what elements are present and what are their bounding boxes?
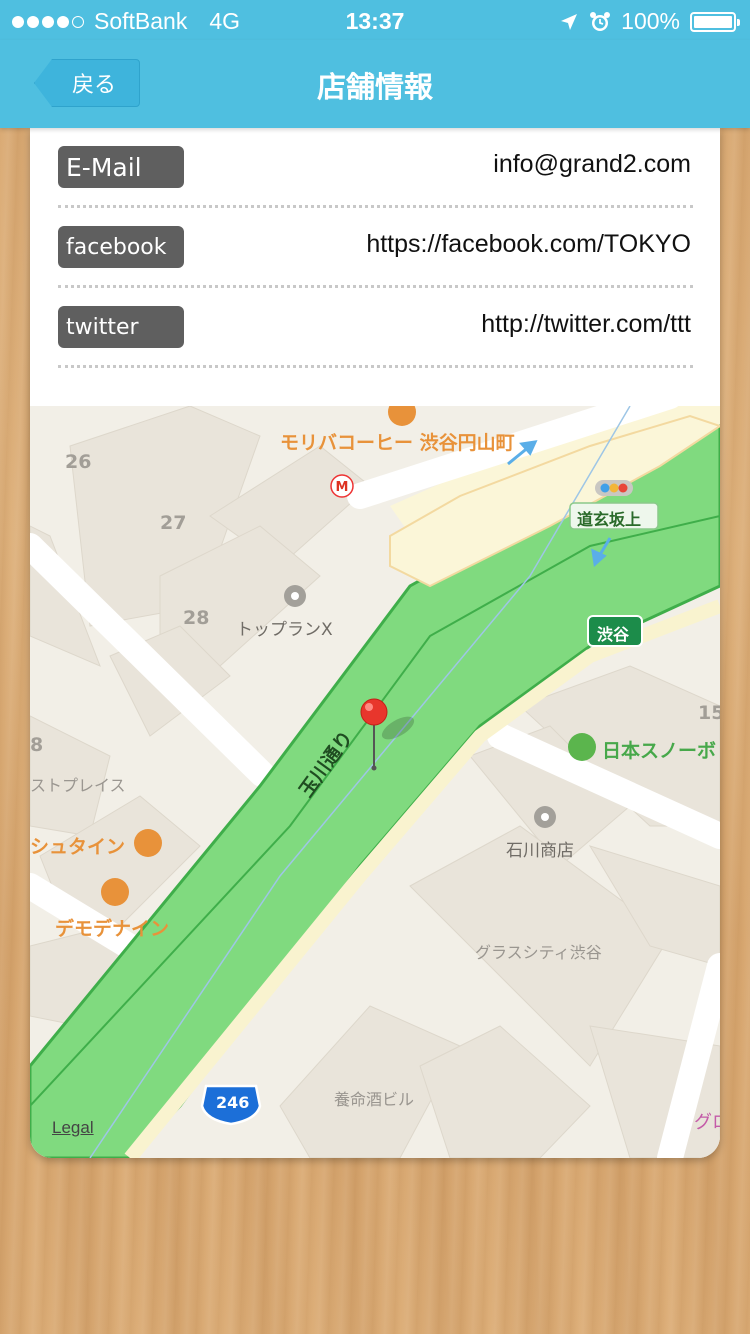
svg-text:M: M: [336, 480, 349, 495]
coffee-poi-icon: [388, 406, 416, 426]
block-number-28: 28: [183, 607, 210, 629]
poi-shutain[interactable]: シュタイン: [30, 832, 125, 859]
page-title: 店舗情報: [316, 70, 433, 104]
block-number-27: 27: [160, 512, 187, 534]
station-shibuya[interactable]: 渋谷: [597, 621, 629, 645]
map-legal-link[interactable]: Legal: [52, 1118, 94, 1138]
location-arrow-icon: [561, 13, 578, 30]
info-row-twitter: twitter http://twitter.com/ttt: [58, 288, 693, 368]
poi-gro[interactable]: グロ: [694, 1108, 720, 1134]
poi-glasscity[interactable]: グラスシティ渋谷: [475, 939, 602, 963]
status-right: 100%: [559, 8, 740, 35]
station-dogenzaka[interactable]: 道玄坂上: [577, 506, 641, 530]
poi-topplan[interactable]: トップランX: [236, 615, 333, 640]
battery-percent: 100%: [621, 8, 680, 34]
battery-icon: [690, 11, 740, 32]
block-number-8: 8: [30, 734, 44, 756]
poi-morivacoffee[interactable]: モリバコーヒー 渋谷円山町: [280, 428, 515, 455]
twitter-label: twitter: [58, 306, 184, 348]
block-number-26: 26: [65, 451, 92, 473]
store-map[interactable]: M モリバコーヒー 渋谷円山町 26 27 28 8 15 トップランX 石川商…: [30, 406, 720, 1158]
info-row-email: E-Mail info@grand2.com: [58, 128, 693, 208]
navigation-bar: 戻る 店舗情報: [0, 40, 750, 128]
status-bar: SoftBank 4G 13:37 100%: [0, 0, 750, 40]
email-label: E-Mail: [58, 146, 184, 188]
info-row-facebook: facebook https://facebook.com/TOKYO: [58, 208, 693, 288]
shopping-poi-icon: [101, 878, 129, 906]
block-number-15: 15: [698, 702, 720, 724]
email-value[interactable]: info@grand2.com: [493, 150, 691, 179]
poi-ishikawa[interactable]: 石川商店: [506, 836, 574, 861]
facebook-label: facebook: [58, 226, 184, 268]
poi-stplace[interactable]: ストプレイス: [30, 772, 126, 796]
twitter-value[interactable]: http://twitter.com/ttt: [481, 310, 691, 339]
store-info-card: E-Mail info@grand2.com facebook https://…: [30, 128, 720, 1158]
poi-youmeishu[interactable]: 養命酒ビル: [334, 1086, 414, 1110]
facebook-value[interactable]: https://facebook.com/TOKYO: [366, 230, 691, 259]
restaurant-poi-icon: [134, 829, 162, 857]
route-shield-label: 246: [216, 1093, 250, 1112]
alarm-clock-icon: [590, 11, 611, 31]
poi-demodenain[interactable]: デモデナイン: [55, 914, 169, 941]
poi-nihon-snow[interactable]: 日本スノーボ: [602, 736, 716, 763]
location-pin-icon: [360, 698, 388, 726]
sports-poi-icon: [568, 733, 596, 761]
